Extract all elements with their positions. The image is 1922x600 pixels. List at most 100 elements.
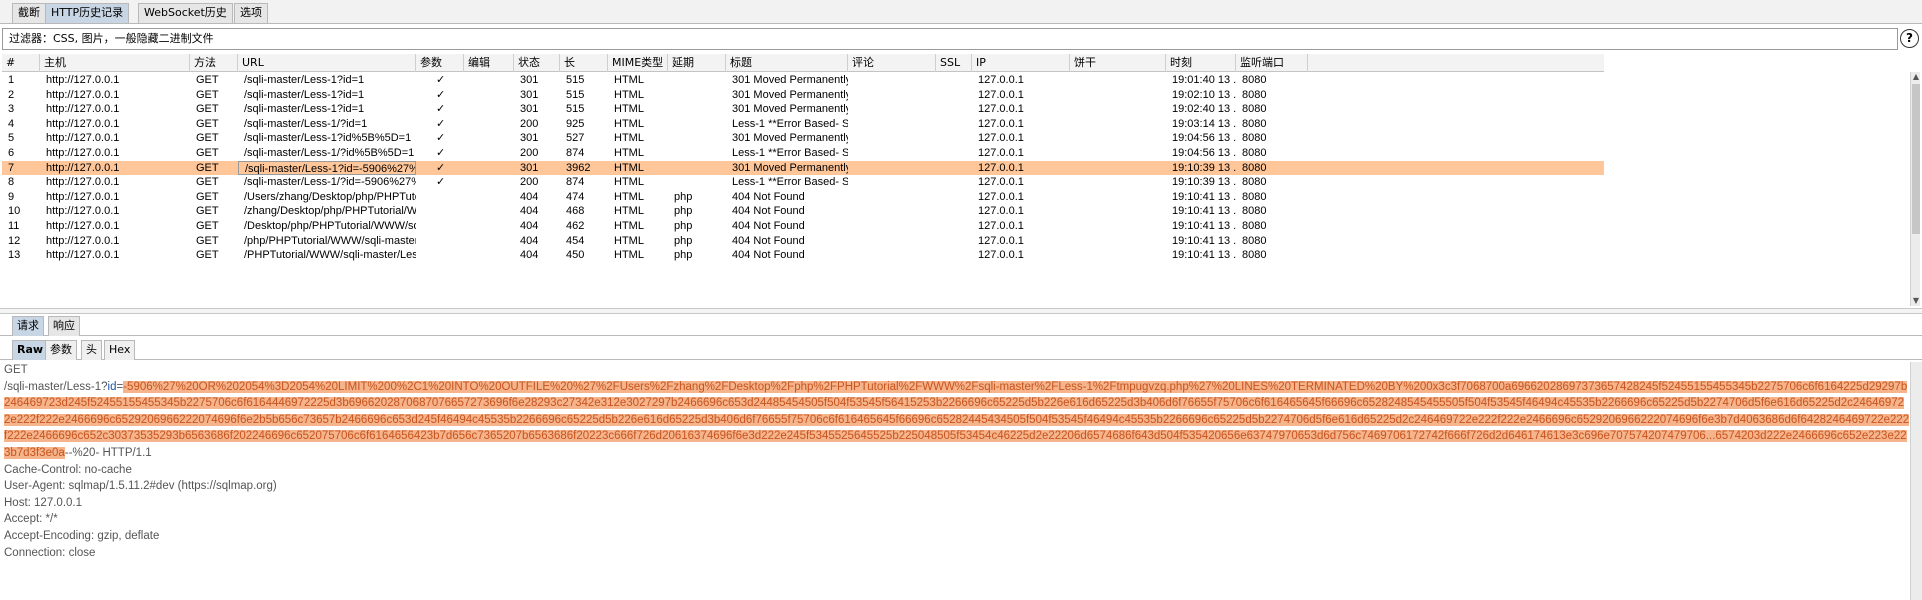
cell-status: 404 [520, 249, 539, 262]
cell-url: /sqli-master/Less-1?id=-5906%27%20... [238, 160, 416, 176]
cell-number: 10 [8, 205, 21, 218]
raw-request-editor[interactable]: GET /sqli-master/Less-1?id=-5906%27%20OR… [0, 362, 1910, 600]
cell-url: /sqli-master/Less-1/?id=-5906%27%2... [244, 176, 416, 189]
cell-params: ✓ [436, 88, 446, 101]
cell-host: http://127.0.0.1 [46, 132, 120, 145]
col-ip-header[interactable]: IP [972, 54, 1070, 72]
col-status-header[interactable]: 状态 [514, 54, 560, 72]
tab-http-history[interactable]: HTTP历史记录 [45, 3, 130, 23]
col-method-header[interactable]: 方法 [190, 54, 238, 72]
cell-url: /php/PHPTutorial/WWW/sqli-master/L... [244, 234, 416, 247]
table-row[interactable]: 9 http://127.0.0.1 GET/Users/zhang/Desktop… [2, 190, 1604, 205]
table-row[interactable]: 11 http://127.0.0.1 GET/Desktop/php/PHPTut… [2, 219, 1604, 234]
tab-response[interactable]: 响应 [48, 316, 80, 336]
request-suffix: --%20- HTTP/1.1 [64, 446, 152, 459]
table-row[interactable]: 6 http://127.0.0.1 GET/sqli-master/Less-1/… [2, 146, 1604, 161]
cell-length: 3962 [566, 161, 591, 174]
cell-host: http://127.0.0.1 [46, 249, 120, 262]
cell-port: 8080 [1242, 234, 1267, 247]
cell-host: http://127.0.0.1 [46, 117, 120, 130]
cell-time: 19:10:41 13 ... [1172, 220, 1236, 232]
cell-time: 19:04:56 13 ... [1172, 132, 1236, 145]
cell-time: 19:10:41 13 ... [1172, 205, 1236, 218]
cell-url: /sqli-master/Less-1/?id%5B%5D=1 [244, 147, 415, 159]
tab-hex[interactable]: Hex [104, 340, 136, 360]
cell-extension: php [674, 249, 693, 262]
cell-extension [668, 117, 726, 132]
header-line: Cache-Control: no-cache [4, 463, 132, 476]
table-scrollbar[interactable]: ▲ ▼ [1910, 72, 1920, 306]
cell-params [416, 248, 464, 263]
cell-number: 3 [8, 103, 15, 116]
cell-time: 19:04:56 13 ... [1172, 147, 1236, 159]
cell-status: 200 [520, 117, 539, 130]
cell-ip: 127.0.0.1 [978, 74, 1024, 86]
cell-time: 19:10:39 13 ... [1172, 176, 1236, 189]
cell-method: GET [196, 103, 219, 116]
col-cookies-header[interactable]: 饼干 [1070, 54, 1166, 72]
table-row[interactable]: 3 http://127.0.0.1 GET/sqli-master/Less-1?… [2, 102, 1604, 117]
cell-status: 301 [520, 103, 539, 116]
cell-extension: php [674, 205, 693, 218]
table-row[interactable]: 8 http://127.0.0.1 GET/sqli-master/Less-1/… [2, 175, 1604, 190]
tab-request[interactable]: 请求 [12, 316, 44, 336]
tab-intercept[interactable]: 截断 [12, 3, 46, 23]
cell-host: http://127.0.0.1 [46, 74, 120, 86]
filter-bar[interactable]: 过滤器：CSS, 图片，一般隐藏二进制文件 [2, 28, 1898, 50]
col-number-header[interactable]: # [2, 54, 40, 72]
table-row[interactable]: 7 http://127.0.0.1 GET/sqli-master/Less-1?… [2, 160, 1604, 176]
cell-mime: HTML [614, 220, 644, 232]
col-host-header[interactable]: 主机 [40, 54, 190, 72]
scroll-up-icon[interactable]: ▲ [1911, 72, 1921, 82]
request-headers: Cache-Control: no-cache User-Agent: sqlma… [4, 462, 1910, 562]
tab-raw[interactable]: Raw [12, 340, 49, 360]
header-line: Connection: close [4, 546, 96, 559]
col-mime-header[interactable]: MIME类型 [608, 54, 668, 72]
table-row[interactable]: 4 http://127.0.0.1 GET/sqli-master/Less-1/… [2, 117, 1604, 132]
col-params-header[interactable]: 参数 [416, 54, 464, 72]
cell-url: /Users/zhang/Desktop/php/PHPTutori... [244, 190, 416, 203]
col-url-header[interactable]: URL [238, 54, 416, 72]
cell-time: 19:10:41 13 ... [1172, 190, 1236, 203]
cell-port: 8080 [1242, 205, 1267, 218]
col-extension-header[interactable]: 延期 [668, 54, 726, 72]
cell-port: 8080 [1242, 132, 1267, 145]
request-line: /sqli-master/Less-1?id=-5906%27%20OR%202… [4, 379, 1910, 462]
table-row[interactable]: 10 http://127.0.0.1 GET/zhang/Desktop/php/… [2, 204, 1604, 219]
editor-scrollbar[interactable] [1910, 362, 1922, 600]
table-row[interactable]: 12 http://127.0.0.1 GET/php/PHPTutorial/WW… [2, 234, 1604, 249]
scroll-down-icon[interactable]: ▼ [1911, 296, 1921, 306]
col-time-header[interactable]: 时刻 [1166, 54, 1236, 72]
cell-host: http://127.0.0.1 [46, 190, 120, 203]
table-row[interactable]: 13 http://127.0.0.1 GET/PHPTutorial/WWW/sq… [2, 248, 1604, 263]
col-title-header[interactable]: 标题 [726, 54, 848, 72]
table-row[interactable]: 1 http://127.0.0.1 GET/sqli-master/Less-1?… [2, 73, 1604, 88]
cell-ip: 127.0.0.1 [978, 205, 1024, 218]
injection-payload: -5906%27%20OR%202054%3D2054%20LIMIT%200%… [4, 380, 1910, 459]
cell-ip: 127.0.0.1 [978, 176, 1024, 189]
col-edited-header[interactable]: 编辑 [464, 54, 514, 72]
table-header: # 主机 方法 URL 参数 编辑 状态长 MIME类型 延期 标题 评论 SSL IP 饼干 时刻 监听端口 [2, 54, 1604, 72]
col-ssl-header[interactable]: SSL [936, 54, 972, 72]
scrollbar-thumb[interactable] [1912, 84, 1920, 234]
table-row[interactable]: 2 http://127.0.0.1 GET/sqli-master/Less-1?… [2, 88, 1604, 103]
cell-length: 474 [566, 190, 585, 203]
help-icon[interactable]: ? [1900, 29, 1919, 48]
col-length-header[interactable]: 长 [560, 54, 608, 72]
cell-port: 8080 [1242, 161, 1267, 174]
tab-options[interactable]: 选项 [234, 3, 268, 23]
table-row[interactable]: 5 http://127.0.0.1 GET/sqli-master/Less-1?… [2, 131, 1604, 146]
cell-url: /zhang/Desktop/php/PHPTutorial/WW... [244, 205, 416, 218]
pane-splitter[interactable] [0, 308, 1922, 314]
tab-headers[interactable]: 头 [81, 340, 102, 360]
cell-extension [668, 175, 726, 190]
tab-websocket-history[interactable]: WebSocket历史 [138, 3, 233, 23]
col-comment-header[interactable]: 评论 [848, 54, 936, 72]
cell-port: 8080 [1242, 88, 1267, 101]
proxy-subtab-bar: 截断 HTTP历史记录 WebSocket历史 选项 [0, 0, 1922, 24]
cell-status: 404 [520, 234, 539, 247]
tab-params[interactable]: 参数 [45, 340, 77, 360]
cell-method: GET [196, 161, 219, 174]
header-line: User-Agent: sqlmap/1.5.11.2#dev (https:/… [4, 480, 277, 493]
col-port-header[interactable]: 监听端口 [1236, 54, 1308, 72]
